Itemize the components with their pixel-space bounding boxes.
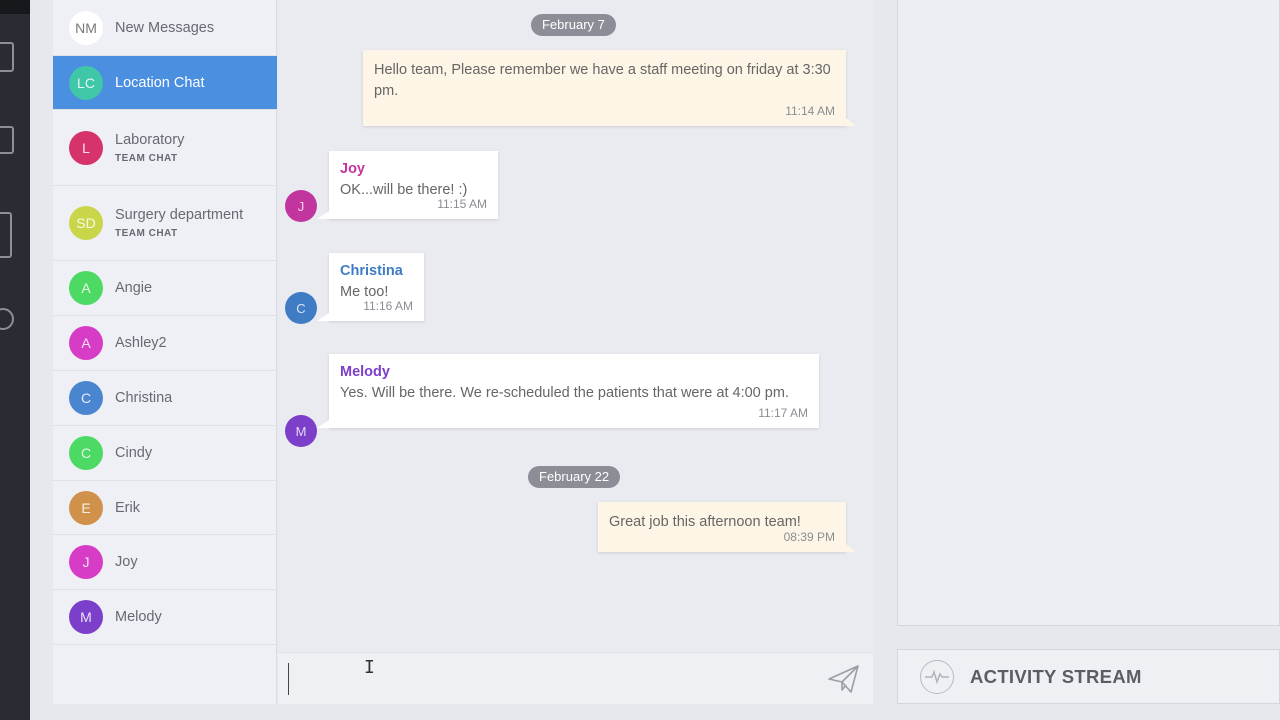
date-separator: February 22 bbox=[528, 466, 621, 488]
contact-cindy[interactable]: C Cindy bbox=[53, 426, 277, 481]
contact-subtitle: TEAM CHAT bbox=[115, 228, 178, 239]
contact-location-chat[interactable]: LC Location Chat bbox=[53, 56, 277, 110]
contact-christina[interactable]: C Christina bbox=[53, 371, 277, 426]
message-sender: Joy bbox=[340, 161, 365, 177]
text-cursor-icon: I bbox=[364, 657, 375, 678]
device-icon[interactable] bbox=[0, 212, 12, 258]
contacts-sidebar: NM New Messages LC Location Chat L Labor… bbox=[53, 0, 277, 704]
pulse-icon bbox=[920, 659, 954, 694]
avatar: J bbox=[285, 190, 317, 222]
calendar-icon[interactable] bbox=[0, 126, 14, 154]
message-outgoing: Hello team, Please remember we have a st… bbox=[363, 50, 856, 126]
contact-subtitle: TEAM CHAT bbox=[115, 152, 178, 164]
contact-surgery-department[interactable]: SD Surgery department TEAM CHAT bbox=[53, 186, 277, 261]
avatar: J bbox=[69, 545, 103, 579]
contact-new-messages[interactable]: NM New Messages bbox=[53, 0, 277, 56]
avatar: A bbox=[69, 326, 103, 360]
send-button[interactable] bbox=[827, 663, 861, 695]
date-separator: February 7 bbox=[531, 14, 616, 36]
contact-name: Joy bbox=[115, 554, 138, 570]
avatar: C bbox=[285, 292, 317, 324]
avatar: L bbox=[69, 130, 103, 165]
message-text: Hello team, Please remember we have a st… bbox=[374, 62, 831, 99]
contact-laboratory[interactable]: L Laboratory TEAM CHAT bbox=[53, 110, 277, 186]
contact-ashley2[interactable]: A Ashley2 bbox=[53, 316, 277, 371]
message-sender: Melody bbox=[340, 364, 390, 380]
activity-stream-bar[interactable]: ACTIVITY STREAM bbox=[897, 649, 1280, 704]
avatar: M bbox=[69, 600, 103, 634]
app-rail bbox=[0, 0, 30, 720]
avatar: SD bbox=[69, 206, 103, 240]
contact-name: Christina bbox=[115, 390, 173, 406]
message-incoming: Melody Yes. Will be there. We re-schedul… bbox=[317, 354, 819, 428]
avatar: NM bbox=[69, 10, 103, 45]
contact-name: Erik bbox=[115, 499, 140, 516]
detail-panel bbox=[897, 0, 1280, 626]
avatar: C bbox=[69, 436, 103, 470]
rail-topbar bbox=[0, 0, 30, 14]
message-outgoing: Great job this afternoon team! 08:39 PM bbox=[598, 502, 856, 552]
avatar: E bbox=[69, 490, 103, 525]
message-text: Yes. Will be there. We re-scheduled the … bbox=[340, 385, 789, 401]
message-time: 11:17 AM bbox=[758, 406, 808, 420]
contact-name: New Messages bbox=[115, 19, 215, 36]
contact-melody[interactable]: M Melody bbox=[53, 590, 277, 645]
chat-thread: February 7 Hello team, Please remember w… bbox=[278, 0, 873, 652]
documents-icon[interactable] bbox=[0, 42, 14, 72]
contact-joy[interactable]: J Joy bbox=[53, 535, 277, 590]
contact-erik[interactable]: E Erik bbox=[53, 481, 277, 535]
message-composer: I bbox=[278, 652, 873, 704]
contact-name: Melody bbox=[115, 609, 162, 625]
avatar: C bbox=[69, 381, 103, 415]
message-incoming: Christina Me too! 11:16 AM bbox=[317, 253, 424, 321]
avatar: LC bbox=[69, 65, 103, 100]
avatar: M bbox=[285, 415, 317, 447]
contact-name: Cindy bbox=[115, 445, 153, 461]
message-incoming: Joy OK...will be there! :) 11:15 AM bbox=[317, 151, 498, 219]
contact-name: Ashley2 bbox=[115, 335, 167, 351]
contact-name: Surgery department bbox=[115, 207, 244, 223]
message-time: 11:14 AM bbox=[785, 104, 835, 118]
contact-name: Location Chat bbox=[115, 74, 205, 91]
message-sender: Christina bbox=[340, 263, 403, 279]
avatar: A bbox=[69, 271, 103, 305]
help-icon[interactable] bbox=[0, 308, 14, 330]
contact-name: Laboratory bbox=[115, 131, 185, 148]
activity-stream-label: ACTIVITY STREAM bbox=[970, 665, 1142, 687]
paper-plane-icon bbox=[828, 665, 859, 693]
contact-name: Angie bbox=[115, 280, 153, 296]
contact-angie[interactable]: A Angie bbox=[53, 261, 277, 316]
